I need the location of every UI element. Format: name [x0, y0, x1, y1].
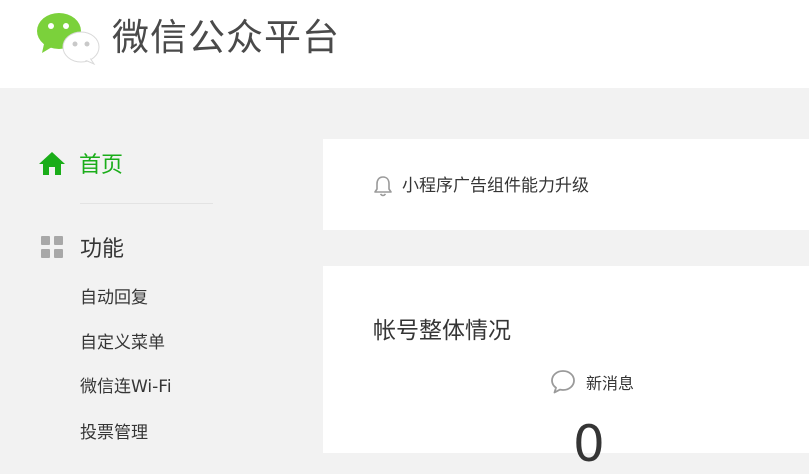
home-icon [39, 152, 65, 175]
overview-title: 帐号整体情况 [373, 318, 511, 344]
sidebar-divider [80, 203, 213, 204]
chat-bubble-icon [551, 370, 575, 394]
wechat-logo-icon[interactable] [36, 11, 102, 65]
notice-link[interactable]: 小程序广告组件能力升级 [402, 174, 589, 198]
sidebar-section-label: 功能 [80, 237, 125, 262]
new-messages-label: 新消息 [586, 374, 635, 393]
top-bar: 微信公众平台 [0, 0, 809, 88]
new-messages-stat[interactable]: 新消息 [550, 369, 634, 395]
sidebar-item-auto-reply[interactable]: 自动回复 [80, 286, 148, 310]
bell-icon [374, 176, 392, 197]
sidebar-item-vote-management[interactable]: 投票管理 [80, 421, 148, 445]
sidebar-item-label: 首页 [79, 153, 124, 178]
sidebar-item-wechat-wifi[interactable]: 微信连Wi-Fi [80, 375, 172, 399]
platform-title: 微信公众平台 [112, 16, 340, 59]
sidebar-item-custom-menu[interactable]: 自定义菜单 [80, 331, 165, 355]
grid-icon [41, 236, 63, 258]
sidebar-item-home[interactable]: 首页 [38, 146, 123, 180]
sidebar: 首页 功能 自动回复 自定义菜单 微信连Wi-Fi 投票管理 [0, 88, 322, 453]
notice-card: 小程序广告组件能力升级 [323, 139, 809, 230]
account-overview-card: 帐号整体情况 新消息 0 [323, 266, 809, 473]
sidebar-section-functions[interactable]: 功能 [40, 230, 124, 264]
new-messages-count: 0 [573, 415, 605, 473]
